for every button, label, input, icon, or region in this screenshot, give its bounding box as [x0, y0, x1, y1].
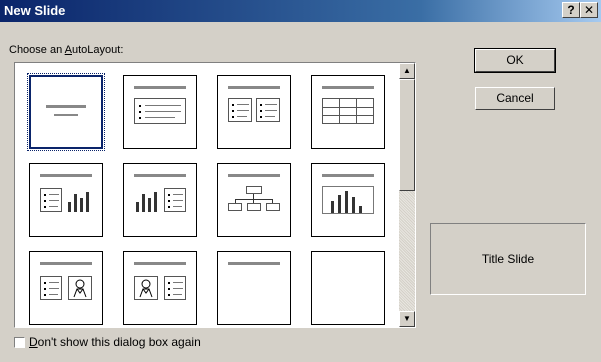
- title-placeholder: [134, 86, 186, 89]
- text-placeholder: [256, 98, 280, 122]
- help-button[interactable]: ?: [562, 2, 580, 18]
- layout-two-column-text[interactable]: [217, 75, 291, 149]
- text-placeholder: [40, 276, 62, 300]
- scroll-up-button[interactable]: ▲: [399, 63, 415, 79]
- chart-icon: [322, 186, 374, 214]
- text-placeholder: [164, 276, 186, 300]
- arrow-up-icon: ▲: [403, 66, 411, 75]
- title-placeholder: [40, 262, 92, 265]
- layout-title-only[interactable]: [217, 251, 291, 325]
- layout-chart[interactable]: [311, 163, 385, 237]
- scroll-down-button[interactable]: ▼: [399, 311, 415, 327]
- layout-blank[interactable]: [311, 251, 385, 325]
- clip-art-icon: [68, 276, 92, 300]
- title-placeholder: [322, 86, 374, 89]
- title-placeholder: [46, 105, 86, 108]
- scroll-thumb[interactable]: [399, 79, 415, 191]
- dont-show-again-checkbox[interactable]: [14, 336, 25, 348]
- title-placeholder: [40, 174, 92, 177]
- title-placeholder: [134, 174, 186, 177]
- title-bar: New Slide ? ✕: [0, 0, 601, 22]
- autolayout-prompt: Choose an AutoLayout:: [9, 44, 124, 56]
- title-placeholder: [322, 174, 374, 177]
- layout-title-slide[interactable]: [27, 73, 105, 151]
- autolayout-gallery[interactable]: ▲ ▼: [14, 62, 416, 328]
- dont-show-again-option[interactable]: Don't show this dialog box again: [14, 335, 201, 349]
- subtitle-placeholder: [54, 114, 78, 116]
- window-title: New Slide: [4, 3, 66, 18]
- layout-organization-chart[interactable]: [217, 163, 291, 237]
- cancel-button[interactable]: Cancel: [475, 87, 555, 110]
- layout-clip-art-and-text[interactable]: [123, 251, 197, 325]
- text-placeholder: [228, 98, 252, 122]
- layout-chart-and-text[interactable]: [123, 163, 197, 237]
- layout-preview: Title Slide: [430, 223, 586, 295]
- title-placeholder: [228, 262, 280, 265]
- gallery-scrollbar[interactable]: ▲ ▼: [399, 63, 415, 327]
- close-button[interactable]: ✕: [580, 2, 598, 18]
- text-placeholder: [164, 188, 186, 212]
- title-placeholder: [134, 262, 186, 265]
- table-placeholder: [322, 98, 374, 124]
- ok-button[interactable]: OK: [474, 48, 556, 73]
- layout-bulleted-list[interactable]: [123, 75, 197, 149]
- clip-art-icon: [134, 276, 158, 300]
- title-placeholder: [228, 86, 280, 89]
- arrow-down-icon: ▼: [403, 314, 411, 323]
- text-placeholder: [134, 98, 186, 124]
- close-icon: ✕: [583, 3, 595, 17]
- text-placeholder: [40, 188, 62, 212]
- layout-table[interactable]: [311, 75, 385, 149]
- title-placeholder: [228, 174, 280, 177]
- layout-text-and-clip-art[interactable]: [29, 251, 103, 325]
- layout-text-and-chart[interactable]: [29, 163, 103, 237]
